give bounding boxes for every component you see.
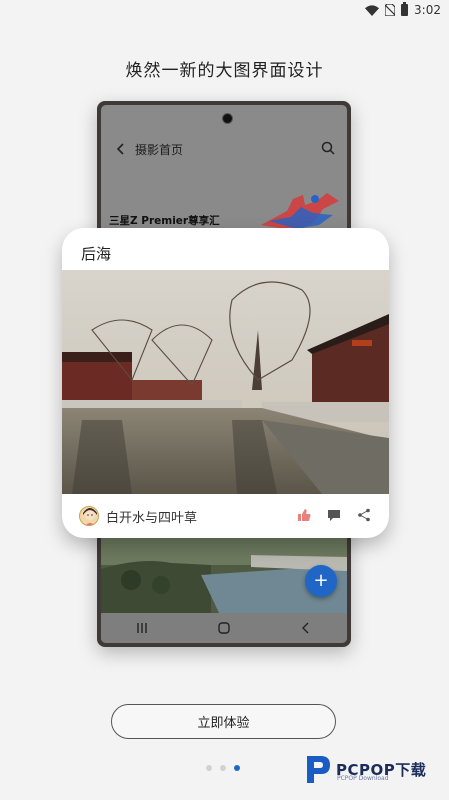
banner-text: 三星Z Premier尊享汇 <box>109 215 220 227</box>
battery-icon <box>401 2 409 16</box>
status-bar: 3:02 <box>0 0 449 22</box>
add-button[interactable]: + <box>305 565 337 597</box>
status-time: 3:02 <box>414 3 441 17</box>
houhai-photo[interactable] <box>62 270 389 494</box>
page-dot-3[interactable] <box>234 765 240 771</box>
home-icon[interactable] <box>217 621 231 635</box>
back-nav-icon[interactable] <box>299 621 313 635</box>
plus-icon: + <box>313 570 329 591</box>
watermark-sub: PCPOP Download <box>337 775 389 782</box>
page-indicator <box>206 765 240 771</box>
author-name[interactable]: 白开水与四叶草 <box>106 507 197 526</box>
back-arrow-icon <box>116 143 124 155</box>
phone-header: 摄影首页 <box>101 133 347 165</box>
pcpop-logo-icon <box>307 756 330 783</box>
photo-card[interactable]: 后海 白开水与四叶草 <box>62 228 389 538</box>
comment-icon[interactable] <box>327 508 341 522</box>
try-now-button[interactable]: 立即体验 <box>111 704 336 739</box>
wifi-icon <box>365 4 380 16</box>
share-icon[interactable] <box>357 508 371 522</box>
card-location-title: 后海 <box>81 245 112 263</box>
card-actions <box>297 508 371 522</box>
page-title: 焕然一新的大图界面设计 <box>125 61 324 81</box>
page-dot-1[interactable] <box>206 765 212 771</box>
like-icon[interactable] <box>297 508 311 522</box>
pcpop-watermark: PCPOP下载 PCPOP Download <box>303 752 426 786</box>
system-nav-bar <box>101 613 347 643</box>
recent-apps-icon[interactable] <box>135 621 149 635</box>
search-icon <box>321 141 335 155</box>
page-dot-2[interactable] <box>220 765 226 771</box>
avatar[interactable] <box>79 506 99 526</box>
status-icons: 3:02 <box>365 2 441 17</box>
avatar-face-icon <box>83 508 97 525</box>
phone-header-title: 摄影首页 <box>135 142 184 157</box>
no-sim-icon <box>385 4 396 16</box>
card-footer: 白开水与四叶草 <box>62 494 389 538</box>
camera-hole <box>222 113 233 124</box>
